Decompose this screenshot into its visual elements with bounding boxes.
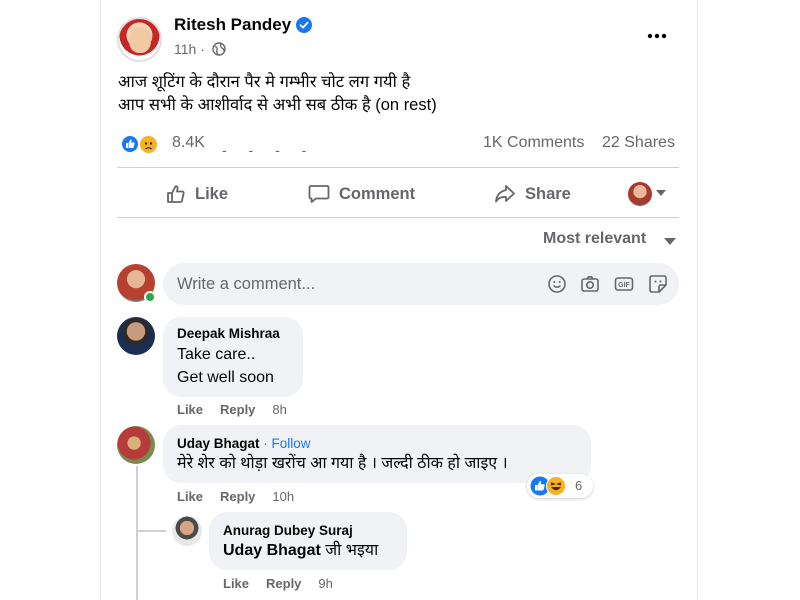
comment-text: Uday Bhagat जी भइया xyxy=(223,539,378,562)
online-indicator xyxy=(144,291,156,303)
emoji-icon[interactable] xyxy=(547,274,567,294)
like-label: Like xyxy=(195,184,229,203)
commenter-name[interactable]: Uday Bhagat xyxy=(177,436,260,451)
more-icon[interactable] xyxy=(644,26,670,46)
svg-text:GIF: GIF xyxy=(618,282,630,289)
verified-badge-icon xyxy=(296,17,312,33)
comment-actions: Like Reply 9h xyxy=(223,576,333,591)
mention-link[interactable]: Uday Bhagat xyxy=(223,542,321,559)
commenter-avatar[interactable] xyxy=(117,426,155,464)
comment-reactions[interactable]: 6 xyxy=(527,474,593,498)
like-icon xyxy=(167,185,185,203)
divider xyxy=(117,217,679,218)
post-text: आज शूटिंग के दौरान पैर मे गम्भीर चोट लग … xyxy=(118,71,437,117)
like-button[interactable]: Like xyxy=(165,178,228,210)
comment-time[interactable]: 8h xyxy=(272,402,286,417)
thread-line xyxy=(136,466,138,600)
comment-reply-link[interactable]: Reply xyxy=(266,576,301,591)
comment-input[interactable] xyxy=(163,263,679,305)
globe-icon xyxy=(212,42,226,56)
sticker-icon[interactable] xyxy=(648,274,668,294)
comment-time[interactable]: 9h xyxy=(318,576,332,591)
comment-reply-link[interactable]: Reply xyxy=(220,402,255,417)
sort-dropdown[interactable]: Most relevant xyxy=(543,230,646,248)
follow-link[interactable]: · Follow xyxy=(263,436,310,451)
like-reaction-icon[interactable] xyxy=(120,134,140,154)
caret-down-icon[interactable] xyxy=(656,190,666,196)
comment-like-link[interactable]: Like xyxy=(223,576,249,591)
comment-text: Take care.. Get well soon xyxy=(177,343,274,389)
commenter-name[interactable]: Anurag Dubey Suraj xyxy=(223,523,353,538)
post-text-line: आप सभी के आशीर्वाद से अभी सब ठीक है (on … xyxy=(118,96,437,114)
comment-text-line: Take care.. xyxy=(177,346,256,363)
author-avatar[interactable] xyxy=(117,17,162,62)
reaction-separator: - - - - xyxy=(222,142,316,158)
replier-avatar[interactable] xyxy=(172,516,202,546)
comments-count[interactable]: 1K Comments xyxy=(483,134,584,152)
post-time[interactable]: 11h · xyxy=(174,41,205,57)
comment-text-rest: जी भइया xyxy=(320,542,379,559)
commenter-avatar[interactable] xyxy=(117,317,155,355)
comment-like-link[interactable]: Like xyxy=(177,489,203,504)
reaction-count[interactable]: 8.4K xyxy=(172,134,205,152)
comment-time[interactable]: 10h xyxy=(272,489,294,504)
gif-icon[interactable]: GIF xyxy=(614,274,634,294)
comment-actions: Like Reply 10h xyxy=(177,489,294,504)
comment-icon xyxy=(308,185,330,203)
sad-reaction-icon[interactable] xyxy=(138,134,159,155)
commenter-name[interactable]: Deepak Mishraa xyxy=(177,326,280,341)
audience-avatar[interactable] xyxy=(628,182,652,206)
comment-text-line: Get well soon xyxy=(177,369,274,386)
comment-button[interactable]: Comment xyxy=(307,178,415,210)
thread-line xyxy=(136,530,166,532)
post-text-line: आज शूटिंग के दौरान पैर मे गम्भीर चोट लग … xyxy=(118,73,411,91)
share-button[interactable]: Share xyxy=(493,178,571,210)
comment-text: मेरे शेर को थोड़ा खरोंच आ गया है । जल्दी… xyxy=(177,455,508,472)
commenter-name-row: Uday Bhagat · Follow xyxy=(177,436,311,451)
divider xyxy=(117,167,679,168)
comment-like-link[interactable]: Like xyxy=(177,402,203,417)
camera-icon[interactable] xyxy=(580,274,600,294)
comment-reply-link[interactable]: Reply xyxy=(220,489,255,504)
author-name[interactable]: Ritesh Pandey xyxy=(174,15,291,35)
comment-label: Comment xyxy=(339,184,416,203)
shares-count[interactable]: 22 Shares xyxy=(602,134,675,152)
share-icon xyxy=(495,185,515,203)
comment-actions: Like Reply 8h xyxy=(177,402,287,417)
haha-reaction-icon xyxy=(546,476,566,496)
comment-reaction-count: 6 xyxy=(575,478,583,493)
share-label: Share xyxy=(525,184,571,203)
caret-down-icon[interactable] xyxy=(664,238,676,245)
